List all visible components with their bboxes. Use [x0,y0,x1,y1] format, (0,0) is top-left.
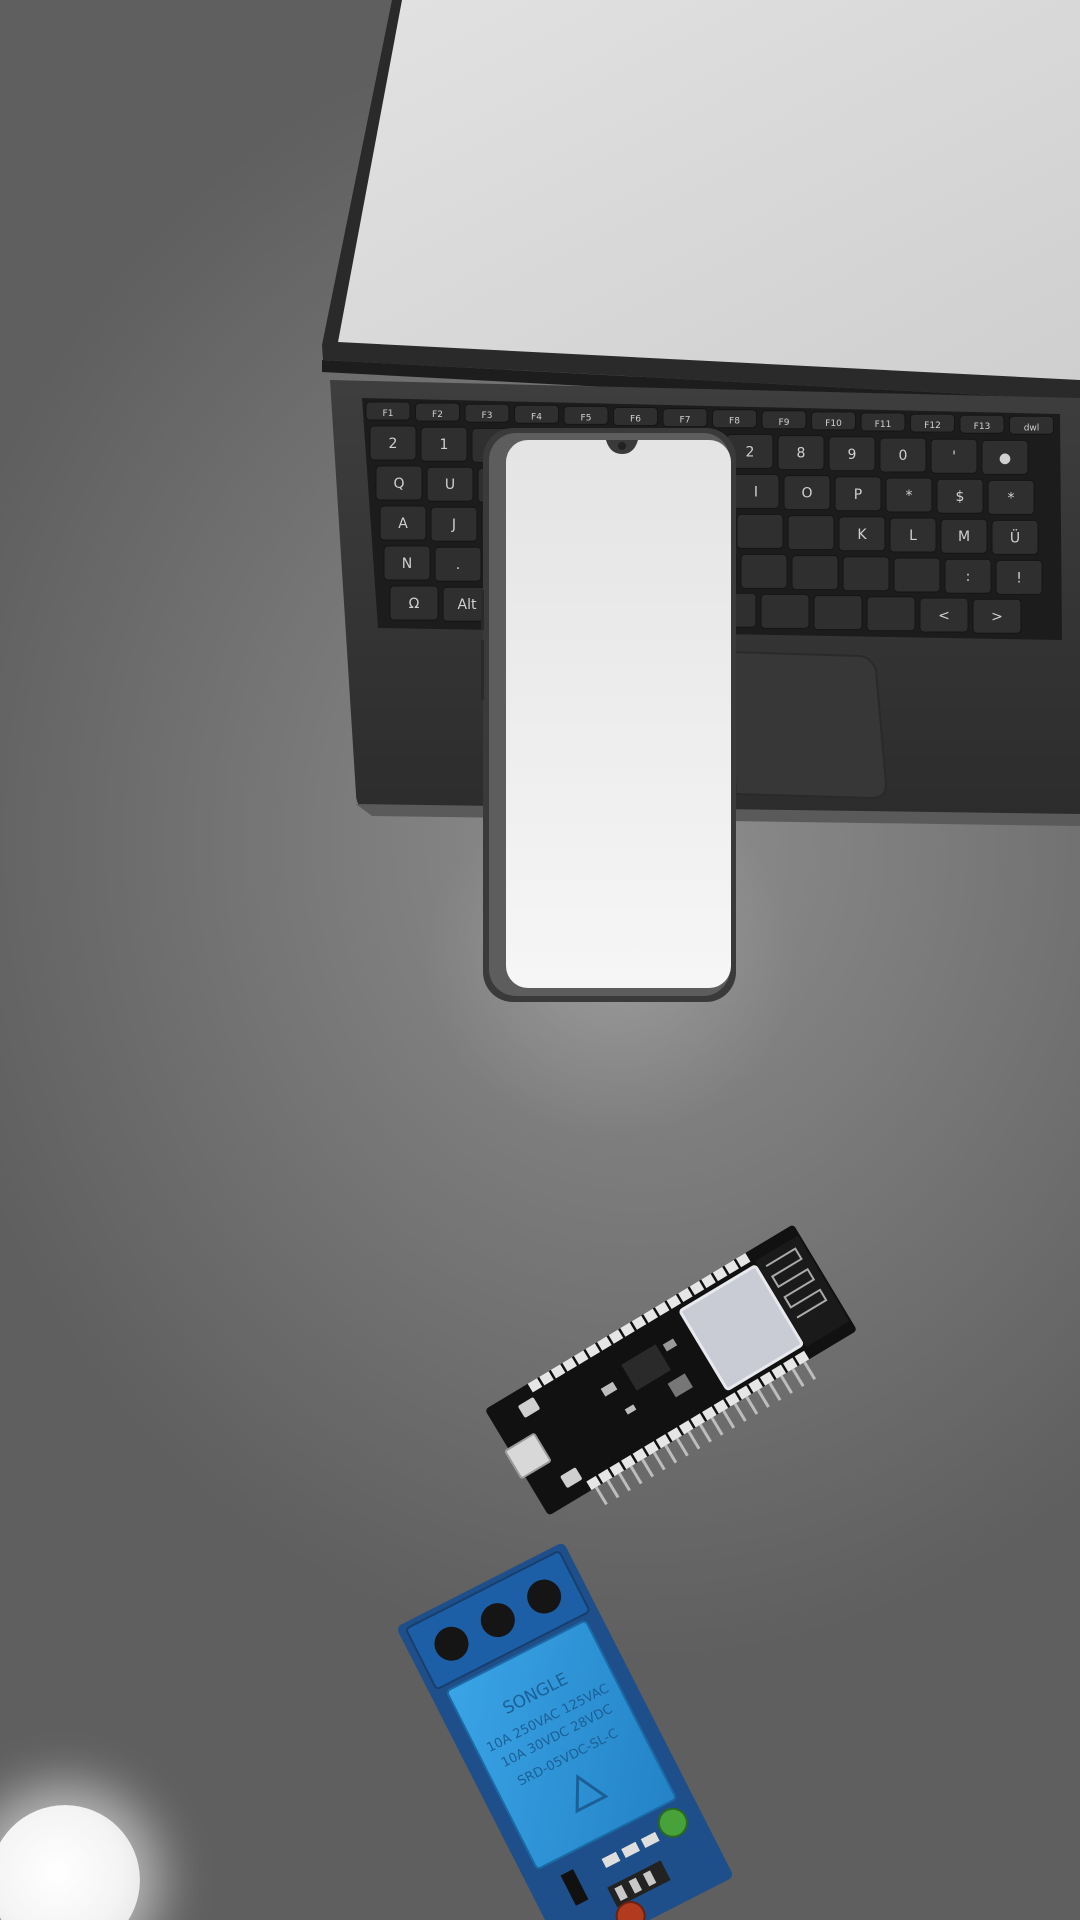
laptop-key [813,595,863,631]
key-label: > [991,609,1003,625]
key-label: Ü [1010,528,1020,546]
key-label: F2 [432,410,443,420]
laptop-key [760,593,810,629]
laptop-trackpad [726,650,888,800]
key-label: 1 [440,437,449,453]
key-label: ● [999,450,1011,466]
esp32-pin-leg [733,1403,747,1422]
key-label: F12 [924,421,941,431]
key-label: < [938,608,950,624]
laptop-key [791,555,839,591]
esp32-pin-leg [780,1375,793,1394]
esp32-pin-leg [675,1437,689,1457]
esp32-pin-leg [756,1389,770,1408]
key-label: F3 [482,411,493,421]
key-label: F10 [825,419,842,429]
key-label: * [1008,490,1015,506]
key-label: F7 [680,416,691,426]
scene-drawing: F1 F2 F3 F4 F5 F6 F7 F8 F9 F10 F11 F12 F13 dwl 2 1 2 8 9 0 '… [322,0,1080,1920]
phone-camera [618,442,626,450]
laptop-key [736,513,784,549]
laptop-key [787,515,835,551]
key-label: 8 [797,446,806,462]
key-label: K [857,527,867,543]
relay-module: SONGLE 10A 250VAC 125VAC 10A 30VDC 28VDC… [397,1543,733,1920]
esp32-board [486,1225,856,1515]
esp32-pin-leg [594,1486,608,1506]
desk-scene: F1 F2 F3 F4 F5 F6 F7 F8 F9 F10 F11 F12 F13 dwl 2 1 2 8 9 0 '… [0,0,1080,1920]
key-label: F1 [383,409,394,419]
laptop-key [893,557,941,593]
esp32-pin-leg [791,1368,805,1387]
laptop-key [866,596,916,632]
key-label: F11 [875,420,892,430]
esp32-pin-leg [745,1396,759,1415]
esp32-pin-leg [687,1430,701,1450]
key-label: A [398,516,408,532]
key-label: 2 [389,436,398,452]
key-label: F4 [531,412,542,422]
key-label: Alt [458,597,477,613]
key-label: O [801,486,812,502]
key-label: F13 [974,422,991,432]
key-label: * [906,488,913,504]
key-label: ! [1016,570,1022,586]
esp32-pin-leg [768,1382,782,1401]
esp32-pin-leg [629,1465,643,1485]
key-label: N [402,556,412,572]
esp32-pin-leg [664,1444,678,1464]
esp32-pin-leg [803,1361,817,1381]
key-label: ' [952,449,956,465]
key-label: : [966,569,971,585]
key-label: U [445,477,455,493]
key-label: P [854,487,862,503]
key-label: F5 [581,413,592,423]
key-label: F8 [729,417,740,427]
key-label: $ [956,489,965,505]
key-label: Q [393,476,404,492]
esp32-pin-leg [699,1423,712,1443]
key-label: L [909,528,917,544]
laptop-screen [338,0,1080,380]
esp32-pin-leg [606,1479,620,1499]
esp32-pin-leg [710,1416,724,1436]
key-label: F6 [630,415,641,425]
esp32-pin-leg [652,1451,666,1471]
key-label: dwl [1024,423,1040,433]
key-label: I [754,484,758,500]
key-label: . [456,557,460,573]
key-label: 2 [746,444,755,460]
key-label: J [451,517,456,533]
key-label: F9 [779,418,790,428]
key-label: M [958,529,970,545]
esp32-pin-leg [722,1410,736,1429]
esp32-pin-leg [641,1458,655,1478]
key-label: 9 [848,447,857,463]
key-label: Ω [409,596,420,612]
laptop-key [740,553,788,589]
key-label: 0 [899,448,908,464]
phone-screen [506,440,731,988]
esp32-pin-leg [618,1472,631,1492]
laptop-key [842,556,890,592]
smartphone [481,428,736,1002]
